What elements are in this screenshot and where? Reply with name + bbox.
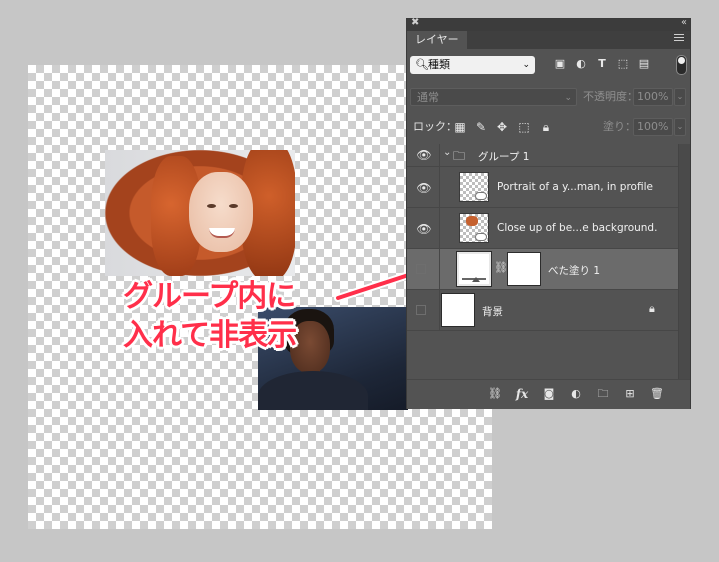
visibility-toggle[interactable] xyxy=(416,305,426,315)
layer-row-portrait[interactable]: 👁︎ Portrait of a y...man, in profile xyxy=(407,167,678,208)
panel-titlebar[interactable]: ✖ ‹‹ xyxy=(407,17,690,31)
close-icon[interactable]: ✖ xyxy=(411,17,419,28)
fill-label: 塗り： xyxy=(603,120,636,133)
lock-artboard-icon[interactable]: ⬚ xyxy=(517,118,531,136)
fill-dropdown-icon[interactable]: ⌄ xyxy=(674,118,686,136)
mask-thumbnail xyxy=(507,252,541,286)
link-layers-icon[interactable]: ⛓︎ xyxy=(487,386,503,402)
lock-icon: 🔒︎ xyxy=(649,302,655,315)
panel-tab-row: レイヤー xyxy=(407,31,690,49)
opacity-input[interactable]: 100% xyxy=(633,88,673,106)
delete-layer-icon[interactable]: 🗑︎ xyxy=(649,386,665,402)
folder-icon: 🗀︎ xyxy=(453,149,466,163)
layer-name[interactable]: Close up of be...e background. xyxy=(497,222,657,234)
lock-transparent-icon[interactable]: ▦ xyxy=(453,118,467,136)
fill-input[interactable]: 100% xyxy=(633,118,673,136)
eye-icon[interactable]: 👁︎ xyxy=(415,181,433,195)
layer-row-background[interactable]: 背景 🔒︎ xyxy=(407,290,678,331)
filter-kind-select[interactable]: 🔍︎ 種類 ⌄ xyxy=(410,56,535,74)
layer-name[interactable]: 背景 xyxy=(482,304,503,319)
opacity-label: 不透明度： xyxy=(583,90,638,103)
layer-thumbnail xyxy=(459,213,489,243)
filter-toggle[interactable] xyxy=(676,55,687,75)
layer-name[interactable]: べた塗り 1 xyxy=(548,263,600,278)
layers-list: 👁︎ ⌄ 🗀︎ グループ 1 👁︎ Portrait of a y...man,… xyxy=(407,144,678,379)
adjustment-filter-icon[interactable]: ◐ xyxy=(573,56,589,72)
lock-image-icon[interactable]: ✎ xyxy=(474,118,488,136)
link-icon[interactable]: ⛓︎ xyxy=(494,261,508,274)
smartobject-filter-icon[interactable]: ▤ xyxy=(636,56,652,72)
visibility-toggle[interactable] xyxy=(416,264,426,274)
annotation-text-line1: グループ内に xyxy=(123,279,296,314)
image-filter-icon[interactable]: ▣ xyxy=(552,56,568,72)
lock-row: ロック： ▦ ✎ ✥ ⬚ 🔒︎ 塗り： 100% ⌄ xyxy=(407,115,690,140)
annotation-text-line2: 入れて非表示 xyxy=(123,318,297,353)
chevron-down-icon[interactable]: ⌄ xyxy=(443,147,451,158)
layer-row-closeup[interactable]: 👁︎ Close up of be...e background. xyxy=(407,208,678,249)
fx-icon[interactable]: fx xyxy=(514,386,530,402)
new-layer-icon[interactable]: ⊞ xyxy=(622,386,638,402)
type-filter-icon[interactable]: T xyxy=(594,56,610,72)
lock-all-icon[interactable]: 🔒︎ xyxy=(539,118,553,136)
shape-filter-icon[interactable]: ⬚ xyxy=(615,56,631,72)
blend-mode-select[interactable]: 通常 ⌄ xyxy=(410,88,577,106)
layer-row-solid-fill[interactable]: ⛓︎ べた塗り 1 xyxy=(407,249,678,290)
add-mask-icon[interactable]: ◙ xyxy=(541,386,557,402)
layer-thumbnail xyxy=(459,172,489,202)
layer-row-group[interactable]: 👁︎ ⌄ 🗀︎ グループ 1 xyxy=(407,144,678,167)
new-group-icon[interactable]: 🗀︎ xyxy=(595,386,611,402)
cloud-icon xyxy=(475,192,487,200)
layers-scrollbar[interactable] xyxy=(678,144,690,379)
search-icon: 🔍︎ xyxy=(415,58,429,71)
opacity-dropdown-icon[interactable]: ⌄ xyxy=(674,88,686,106)
lock-position-icon[interactable]: ✥ xyxy=(495,118,509,136)
layer-name[interactable]: Portrait of a y...man, in profile xyxy=(497,181,653,193)
chevron-down-icon: ⌄ xyxy=(522,60,530,70)
layer-name[interactable]: グループ 1 xyxy=(478,149,529,164)
photo-curly-red-hair-woman xyxy=(105,150,295,276)
cloud-icon xyxy=(475,233,487,241)
adjustment-layer-icon[interactable]: ◐ xyxy=(568,386,584,402)
eye-icon[interactable]: 👁︎ xyxy=(415,222,433,236)
layer-thumbnail xyxy=(441,293,475,327)
fill-thumbnail xyxy=(456,251,492,287)
panel-footer: ⛓︎ fx ◙ ◐ 🗀︎ ⊞ 🗑︎ xyxy=(407,379,690,409)
blend-row: 通常 ⌄ 不透明度： 100% ⌄ xyxy=(407,85,690,110)
collapse-icon[interactable]: ‹‹ xyxy=(681,17,687,28)
panel-menu-icon[interactable] xyxy=(674,34,684,44)
chevron-down-icon: ⌄ xyxy=(564,93,572,103)
tab-layers[interactable]: レイヤー xyxy=(407,31,467,49)
eye-icon[interactable]: 👁︎ xyxy=(415,148,433,162)
layers-panel: ✖ ‹‹ レイヤー 🔍︎ 種類 ⌄ ▣ ◐ T ⬚ ▤ 通常 ⌄ 不透明度： 1… xyxy=(406,17,691,409)
lock-label: ロック： xyxy=(413,120,457,133)
filter-row: 🔍︎ 種類 ⌄ ▣ ◐ T ⬚ ▤ xyxy=(407,53,690,78)
